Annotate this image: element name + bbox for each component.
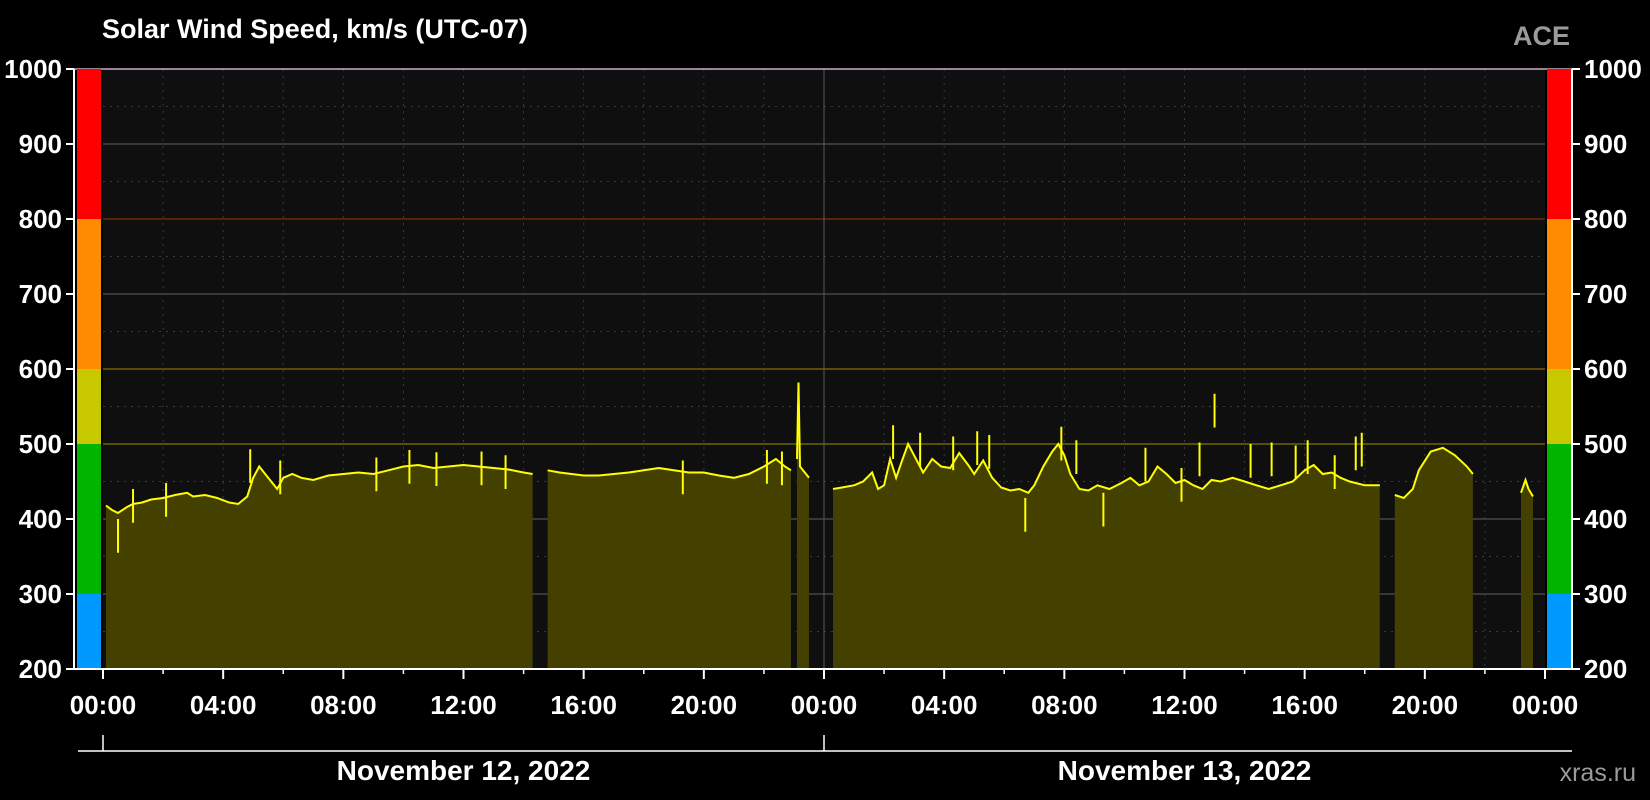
- credit-label: xras.ru: [1560, 759, 1636, 787]
- right-band-2: [1547, 369, 1571, 444]
- y-tick-label-right: 400: [1584, 504, 1627, 534]
- series-area-5: [1520, 480, 1533, 669]
- y-tick-label-left: 700: [19, 279, 62, 309]
- x-tick-label: 00:00: [1512, 690, 1579, 720]
- plot-area: [74, 68, 1572, 669]
- y-tick-label-left: 200: [19, 654, 62, 684]
- x-tick-label: 16:00: [550, 690, 617, 720]
- x-tick-label: 20:00: [1392, 690, 1459, 720]
- y-tick-label-left: 400: [19, 504, 62, 534]
- x-tick-label: 04:00: [911, 690, 978, 720]
- y-tick-label-left: 800: [19, 204, 62, 234]
- y-tick-label-left: 500: [19, 429, 62, 459]
- left-band-2: [77, 369, 101, 444]
- source-label: ACE: [1513, 21, 1570, 51]
- left-band-3: [77, 219, 101, 369]
- y-tick-label-right: 900: [1584, 129, 1627, 159]
- x-tick-label: 00:00: [70, 690, 137, 720]
- chart-title: Solar Wind Speed, km/s (UTC-07): [102, 14, 528, 44]
- right-band-4: [1547, 69, 1571, 219]
- x-tick-label: 16:00: [1271, 690, 1338, 720]
- left-band-4: [77, 69, 101, 219]
- x-tick-label: 04:00: [190, 690, 257, 720]
- solar-wind-chart: Solar Wind Speed, km/s (UTC-07) ACE xras…: [0, 0, 1650, 800]
- x-tick-label: 08:00: [310, 690, 377, 720]
- left-band-0: [77, 594, 101, 669]
- x-tick-label: 00:00: [791, 690, 858, 720]
- y-tick-label-right: 300: [1584, 579, 1627, 609]
- date-label: November 13, 2022: [1058, 755, 1312, 786]
- left-band-1: [77, 444, 101, 594]
- y-tick-label-left: 600: [19, 354, 62, 384]
- y-tick-label-right: 500: [1584, 429, 1627, 459]
- right-band-0: [1547, 594, 1571, 669]
- y-tick-label-right: 600: [1584, 354, 1627, 384]
- y-tick-label-left: 1000: [4, 54, 62, 84]
- x-tick-label: 12:00: [430, 690, 497, 720]
- x-tick-label: 08:00: [1031, 690, 1098, 720]
- series-area-1: [547, 459, 791, 669]
- x-tick-label: 12:00: [1151, 690, 1218, 720]
- y-tick-label-right: 1000: [1584, 54, 1642, 84]
- right-band-1: [1547, 444, 1571, 594]
- y-tick-label-right: 700: [1584, 279, 1627, 309]
- y-tick-label-left: 900: [19, 129, 62, 159]
- date-label: November 12, 2022: [337, 755, 591, 786]
- y-tick-label-right: 800: [1584, 204, 1627, 234]
- y-tick-label-right: 200: [1584, 654, 1627, 684]
- x-tick-label: 20:00: [671, 690, 738, 720]
- right-band-3: [1547, 219, 1571, 369]
- y-tick-label-left: 300: [19, 579, 62, 609]
